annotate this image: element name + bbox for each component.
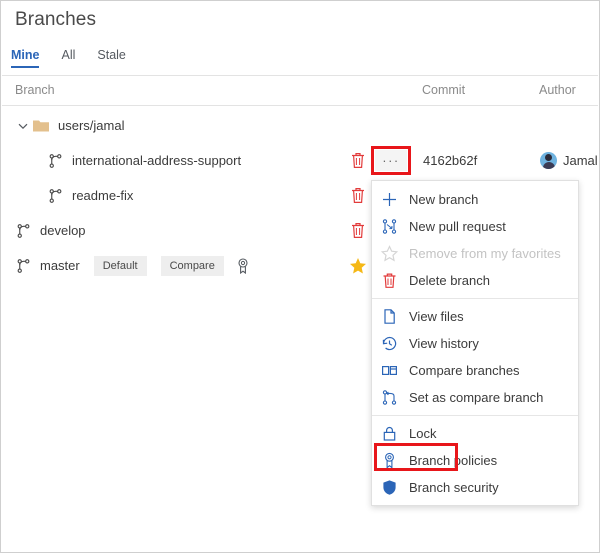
menu-item-label: New branch <box>409 192 478 207</box>
more-actions-button[interactable]: ··· <box>375 150 407 171</box>
header-divider <box>2 105 598 106</box>
file-icon <box>381 308 398 325</box>
lock-icon <box>381 425 398 442</box>
menu-item-delete-branch[interactable]: Delete branch <box>372 267 578 294</box>
menu-item-branch-policies[interactable]: Branch policies <box>372 447 578 474</box>
git-branch-icon <box>48 153 63 169</box>
branch-name: master <box>40 258 80 273</box>
menu-item-new-branch[interactable]: New branch <box>372 186 578 213</box>
pull-request-icon <box>381 218 398 235</box>
folder-icon <box>33 119 49 132</box>
menu-item-lock[interactable]: Lock <box>372 420 578 447</box>
menu-item-label: New pull request <box>409 219 506 234</box>
trash-icon[interactable] <box>350 152 366 169</box>
menu-item-label: Branch security <box>409 480 499 495</box>
badge-default: Default <box>94 256 147 276</box>
branch-name: international-address-support <box>72 153 241 168</box>
git-branch-icon <box>48 188 63 204</box>
branches-page: Branches Mine All Stale Branch Commit Au… <box>0 0 600 553</box>
menu-item-label: Remove from my favorites <box>409 246 561 261</box>
avatar <box>540 152 557 169</box>
tab-mine[interactable]: Mine <box>11 48 50 68</box>
branch-context-menu: New branch New pull request <box>371 180 579 506</box>
chevron-down-icon[interactable] <box>17 120 29 132</box>
menu-item-set-as-compare-branch[interactable]: Set as compare branch <box>372 384 578 411</box>
compare-branches-icon <box>381 362 398 379</box>
menu-item-label: Lock <box>409 426 436 441</box>
branch-filter-tabs: Mine All Stale <box>11 48 137 68</box>
badge-compare: Compare <box>161 256 224 276</box>
set-compare-branch-icon <box>381 389 398 406</box>
star-outline-icon <box>381 245 398 262</box>
page-title: Branches <box>15 9 96 31</box>
table-row-branch[interactable]: international-address-support ··· 4162b6… <box>2 143 598 178</box>
git-branch-icon <box>16 223 31 239</box>
author-cell: Jamal <box>540 152 598 169</box>
menu-separator <box>372 415 578 416</box>
column-header-author: Author <box>539 83 576 97</box>
table-row-folder[interactable]: users/jamal <box>2 108 598 143</box>
menu-item-remove-from-favorites: Remove from my favorites <box>372 240 578 267</box>
column-header-commit: Commit <box>422 83 465 97</box>
column-header-branch: Branch <box>15 83 55 97</box>
menu-item-compare-branches[interactable]: Compare branches <box>372 357 578 384</box>
star-filled-icon[interactable] <box>349 257 367 275</box>
menu-item-view-history[interactable]: View history <box>372 330 578 357</box>
menu-item-label: Compare branches <box>409 363 520 378</box>
menu-item-view-files[interactable]: View files <box>372 303 578 330</box>
menu-item-branch-security[interactable]: Branch security <box>372 474 578 501</box>
menu-item-label: Delete branch <box>409 273 490 288</box>
menu-item-new-pull-request[interactable]: New pull request <box>372 213 578 240</box>
branch-name: readme-fix <box>72 188 133 203</box>
tab-all[interactable]: All <box>50 48 86 68</box>
commit-id[interactable]: 4162b62f <box>423 153 477 168</box>
menu-item-label: View history <box>409 336 479 351</box>
branch-name: develop <box>40 223 86 238</box>
plus-icon <box>381 191 398 208</box>
menu-item-label: View files <box>409 309 464 324</box>
folder-name: users/jamal <box>58 118 124 133</box>
trash-icon[interactable] <box>350 222 366 239</box>
branch-policy-icon[interactable] <box>236 258 250 274</box>
history-icon <box>381 335 398 352</box>
branch-policy-icon <box>381 452 398 469</box>
git-branch-icon <box>16 258 31 274</box>
menu-separator <box>372 298 578 299</box>
tabs-divider <box>2 75 598 76</box>
trash-icon[interactable] <box>350 187 366 204</box>
shield-icon <box>381 479 398 496</box>
menu-item-label: Branch policies <box>409 453 497 468</box>
tab-stale[interactable]: Stale <box>86 48 137 68</box>
trash-icon <box>381 272 398 289</box>
menu-item-label: Set as compare branch <box>409 390 543 405</box>
author-name: Jamal <box>563 153 598 168</box>
